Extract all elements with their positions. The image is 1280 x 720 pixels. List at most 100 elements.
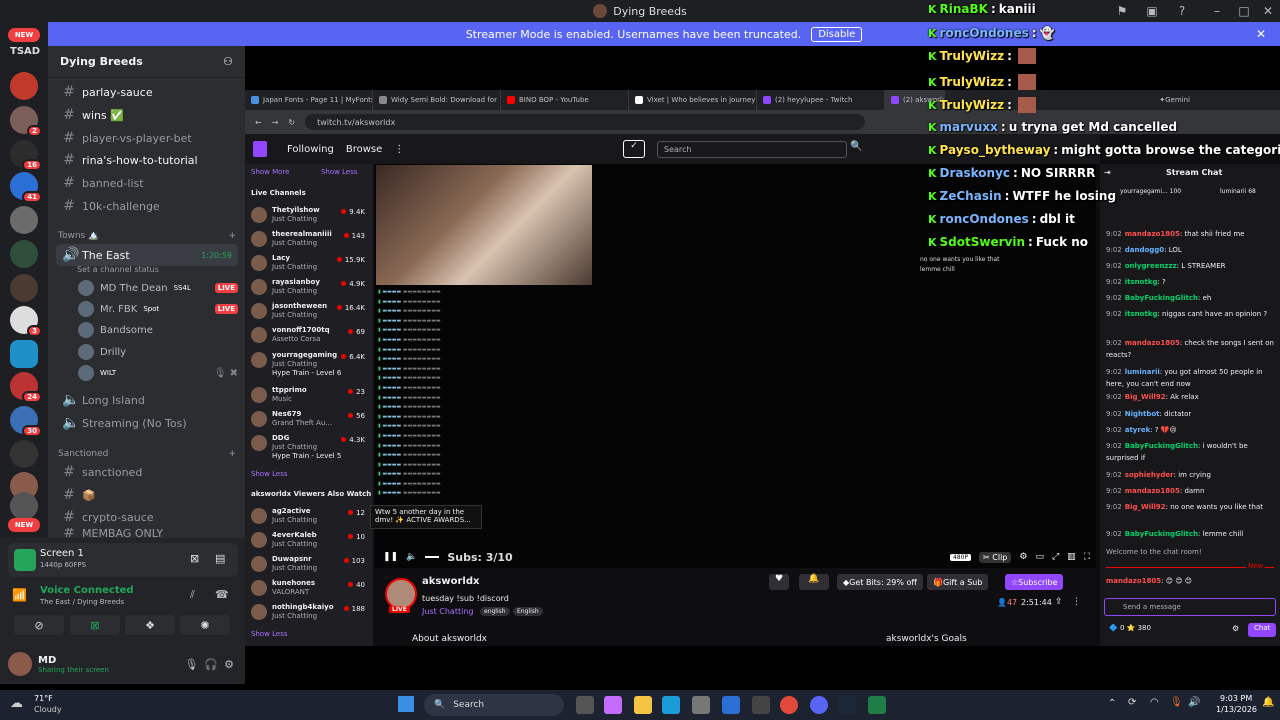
copilot-icon[interactable] bbox=[604, 696, 622, 714]
gift-sub-button[interactable]: 🎁 Gift a Sub bbox=[927, 574, 989, 590]
screen-icon[interactable]: ▣ bbox=[1140, 0, 1164, 22]
recommended-channel-item[interactable]: 4everKaleb Just Chatting 10 bbox=[251, 529, 365, 553]
server-icon[interactable] bbox=[10, 340, 38, 368]
live-channel-item[interactable]: rayasianboy Just Chatting 4.9K bbox=[251, 276, 365, 300]
gear-icon[interactable]: ⚙ bbox=[224, 658, 234, 671]
chat-message[interactable]: 9:02 Big_Will92: Ak relax bbox=[1106, 391, 1274, 403]
recommended-channel-item[interactable]: Duwapsnr Just Chatting 103 bbox=[251, 553, 365, 577]
chat-settings-icon[interactable]: ⚙ bbox=[1232, 624, 1239, 633]
prime-icon[interactable]: ✓ bbox=[623, 140, 645, 158]
add-member-icon[interactable]: ⚇ bbox=[223, 55, 233, 68]
category-sanctioned[interactable]: Sanctioned + bbox=[58, 449, 236, 459]
edge-icon[interactable] bbox=[662, 696, 680, 714]
voice-user[interactable]: Mr. FBK Spot LIVE bbox=[78, 299, 238, 319]
leaderboard-entry[interactable]: luminarii 68 bbox=[1220, 188, 1256, 195]
chat-username[interactable]: Big_Will92 bbox=[1125, 393, 1166, 401]
browser-tab[interactable]: Vixet | Who believes in journey bbox=[629, 90, 757, 110]
chat-username[interactable]: BabyFuckingGlitch bbox=[1125, 530, 1198, 538]
browser-tab[interactable]: BINO BOP - YouTube bbox=[501, 90, 629, 110]
add-channel-icon[interactable]: + bbox=[228, 231, 236, 241]
weather-desc[interactable]: Cloudy bbox=[34, 705, 62, 714]
file-explorer-icon[interactable] bbox=[634, 696, 652, 714]
channel-player-vs-player-bet[interactable]: # player-vs-player-bet bbox=[56, 127, 238, 149]
browser-tab[interactable]: Japan Fonts - Page 11 | MyFonts bbox=[245, 90, 373, 110]
chat-message[interactable]: 9:02 mandazo1805: that shii fried me bbox=[1106, 228, 1274, 240]
show-less-link[interactable]: Show Less bbox=[321, 168, 358, 176]
chat-username[interactable]: itsnotkg bbox=[1125, 278, 1158, 286]
server-icon[interactable]: 3 bbox=[10, 306, 42, 337]
excel-icon[interactable] bbox=[868, 696, 886, 714]
server-icon[interactable] bbox=[10, 274, 38, 302]
channel-parlay-sauce[interactable]: # parlay-sauce bbox=[56, 81, 238, 103]
disconnect-icon[interactable]: ☎ bbox=[215, 588, 229, 601]
show-less-link[interactable]: Show Less bbox=[251, 470, 288, 478]
volume-icon[interactable]: 🔊 bbox=[1188, 697, 1200, 708]
more-icon[interactable]: ⋮ bbox=[394, 144, 404, 155]
chat-username[interactable]: mandazo1805 bbox=[1125, 339, 1180, 347]
url-input[interactable]: twitch.tv/aksworldx bbox=[305, 114, 866, 130]
browser-tab[interactable]: Widy Semi Bold: Download for bbox=[373, 90, 501, 110]
headphones-icon[interactable]: 🎧 bbox=[204, 658, 218, 671]
weather-temp[interactable]: 71°F bbox=[34, 694, 53, 703]
chat-input[interactable]: Send a message bbox=[1104, 598, 1276, 616]
chat-username[interactable]: atyrek bbox=[1125, 426, 1151, 434]
show-more-link[interactable]: Show More bbox=[251, 168, 289, 176]
chat-username[interactable]: Nightbot bbox=[1125, 410, 1160, 418]
subscribe-button[interactable]: ☆ Subscribe bbox=[1005, 574, 1064, 590]
chat-message[interactable]: 9:02 Nightbot: dictator bbox=[1106, 408, 1274, 420]
live-channel-item[interactable]: theerealmaniiii Just Chatting 143 bbox=[251, 228, 365, 252]
live-channel-item[interactable]: vonnoff1700tq Assetto Corsa 69 bbox=[251, 324, 365, 348]
voice-channel-long-island[interactable]: 🔈 Long Island bbox=[56, 389, 238, 411]
chat-message[interactable]: 9:02 luminarii: you got almost 50 people … bbox=[1106, 366, 1274, 390]
recommended-channel-item[interactable]: nothingb4kaiyo Just Chatting 188 bbox=[251, 601, 365, 625]
live-channel-item[interactable]: Lacy Just Chatting 15.9K bbox=[251, 252, 365, 276]
chat-send-button[interactable]: Chat bbox=[1248, 623, 1277, 637]
chat-username[interactable]: itsnotkg bbox=[1125, 310, 1158, 318]
activities-icon[interactable]: ❖ bbox=[125, 615, 175, 635]
chat-message[interactable]: 9:02 itsnotkg: ? bbox=[1106, 276, 1274, 288]
nav-browse[interactable]: Browse bbox=[346, 144, 382, 155]
maximize-icon[interactable]: □ bbox=[1232, 0, 1256, 22]
live-channel-item[interactable]: DDG Just Chatting Hype Train - Level 5 4.3K bbox=[251, 432, 365, 464]
chat-message[interactable]: 9:02 BabyFuckingGlitch: eh bbox=[1106, 292, 1274, 304]
share-screen-icon[interactable]: ⊠ bbox=[70, 615, 120, 635]
leaderboard-entry[interactable]: yourragegami... 100 bbox=[1120, 188, 1181, 195]
recommended-channel-item[interactable]: kunehones VALORANT 40 bbox=[251, 577, 365, 601]
theatre-icon[interactable]: ▭ bbox=[1035, 552, 1044, 562]
popout-icon[interactable]: ⤢ bbox=[1052, 552, 1059, 562]
inbox-icon[interactable]: ⚑ bbox=[1110, 0, 1134, 22]
avatar[interactable] bbox=[8, 652, 32, 676]
clip-button[interactable]: ✂ Clip bbox=[979, 551, 1012, 563]
live-channel-item[interactable]: yourragegaming Just Chatting Hype Train - … bbox=[251, 349, 365, 381]
windows-start-icon[interactable] bbox=[398, 696, 414, 712]
minimize-icon[interactable]: – bbox=[1205, 0, 1229, 22]
settings-icon[interactable]: ⚙ bbox=[1019, 552, 1027, 562]
live-channel-item[interactable]: Nes679 Grand Theft Au... 56 bbox=[251, 408, 365, 432]
channel-rinas-how-to-tutorial[interactable]: # rina's-how-to-tutorial bbox=[56, 149, 238, 171]
chat-username[interactable]: Big_Will92 bbox=[1125, 503, 1166, 511]
wifi-icon[interactable]: ◠ bbox=[1150, 697, 1159, 708]
chat-username[interactable]: BabyFuckingGlitch bbox=[1125, 294, 1198, 302]
chat-username[interactable]: BabyFuckingGlitch bbox=[1125, 442, 1198, 450]
show-less-link[interactable]: Show Less bbox=[251, 630, 288, 638]
steam-icon[interactable] bbox=[838, 696, 856, 714]
chat-message[interactable]: mandazo1805: 😊 😊 😊 bbox=[1106, 577, 1192, 585]
volume-slider[interactable] bbox=[425, 556, 440, 558]
heart-icon[interactable]: ♥ bbox=[769, 574, 789, 590]
chat-message[interactable]: 9:02 mandazo1805: damn bbox=[1106, 485, 1274, 497]
voice-user[interactable]: Bandsome bbox=[78, 320, 238, 340]
browser-tab[interactable]: (2) heyylupee - Twitch bbox=[757, 90, 885, 110]
channel-status[interactable]: Set a channel status bbox=[77, 265, 159, 274]
disable-button[interactable]: Disable bbox=[811, 26, 863, 42]
chat-message[interactable]: 9:02 mandazo1805: check the songs I sent … bbox=[1106, 337, 1274, 361]
server-icon[interactable]: 24 bbox=[10, 372, 42, 403]
channel-membag-only[interactable]: # MEMBAG ONLY bbox=[56, 528, 238, 538]
server-icon[interactable] bbox=[10, 206, 38, 234]
server-icon[interactable]: 41 bbox=[10, 172, 42, 203]
voice-user[interactable]: WILT 🎙 ✖ bbox=[78, 363, 238, 383]
close-icon[interactable]: ✕ bbox=[1256, 0, 1280, 22]
clock-time[interactable]: 9:03 PM bbox=[1220, 694, 1252, 703]
tag-chip[interactable]: English bbox=[513, 607, 543, 616]
sync-icon[interactable]: ⟳ bbox=[1128, 697, 1136, 708]
channel-10k-challenge[interactable]: #10k-challenge bbox=[56, 195, 238, 217]
